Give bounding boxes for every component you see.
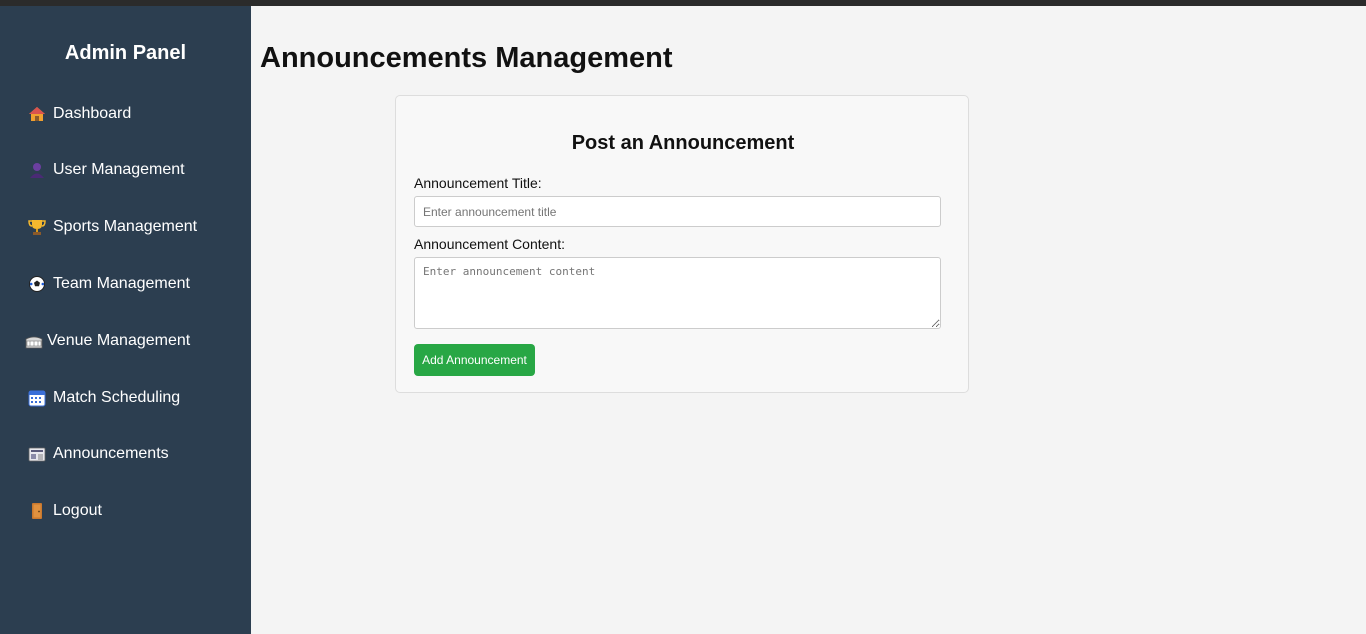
sidebar-item-label: Sports Management xyxy=(53,218,198,235)
sidebar-item-match-scheduling[interactable]: Match Scheduling xyxy=(28,386,180,410)
newspaper-icon xyxy=(28,445,46,463)
add-announcement-button[interactable]: Add Announcement xyxy=(414,344,535,376)
sidebar-item-label: Announcements xyxy=(53,445,169,462)
sidebar-item-user-management[interactable]: User Management xyxy=(28,158,185,182)
sidebar-item-sports-management[interactable]: Sports Management xyxy=(28,215,197,239)
sidebar-item-label: User Management xyxy=(53,161,185,178)
sidebar-item-label: Dashboard xyxy=(53,105,132,122)
form-heading: Post an Announcement xyxy=(571,132,795,154)
sidebar-item-label: Logout xyxy=(53,502,102,519)
calendar-icon xyxy=(28,389,46,407)
house-icon xyxy=(28,105,46,123)
sidebar: Admin Panel Dashboard User Management Sp… xyxy=(0,6,251,634)
title-label: Announcement Title: xyxy=(414,175,542,191)
door-icon xyxy=(28,502,46,520)
sidebar-item-team-management[interactable]: Team Management xyxy=(28,272,190,296)
sidebar-item-label: Venue Management xyxy=(47,332,191,349)
announcement-form-card: Post an Announcement Announcement Title:… xyxy=(395,95,969,393)
stadium-icon xyxy=(25,332,43,350)
sidebar-item-venue-management[interactable]: Venue Management xyxy=(25,329,190,353)
sidebar-title: Admin Panel xyxy=(64,42,187,64)
soccer-ball-icon xyxy=(28,275,46,293)
sidebar-item-announcements[interactable]: Announcements xyxy=(28,442,169,466)
trophy-icon xyxy=(28,218,46,236)
content-label: Announcement Content: xyxy=(414,236,565,252)
sidebar-item-logout[interactable]: Logout xyxy=(28,499,102,523)
sidebar-item-label: Match Scheduling xyxy=(53,389,181,406)
announcement-title-input[interactable] xyxy=(414,196,941,227)
announcement-content-textarea[interactable] xyxy=(414,257,941,329)
user-icon xyxy=(28,161,46,179)
sidebar-item-label: Team Management xyxy=(53,275,190,292)
page-title: Announcements Management xyxy=(260,42,673,74)
sidebar-item-dashboard[interactable]: Dashboard xyxy=(28,102,131,126)
